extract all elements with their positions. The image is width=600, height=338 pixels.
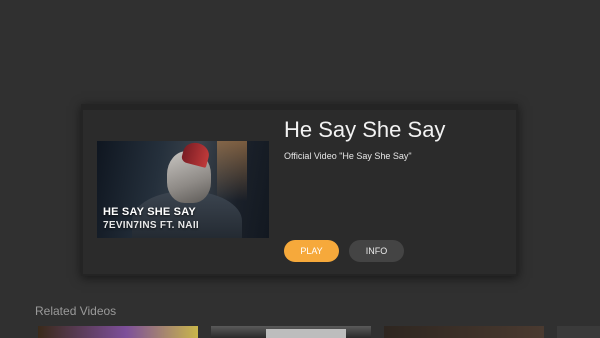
related-video-card[interactable] (211, 326, 371, 338)
related-videos-row (0, 326, 600, 338)
play-button[interactable]: PLAY (284, 240, 339, 262)
video-description: Official Video "He Say She Say" (284, 151, 412, 161)
related-video-card[interactable] (38, 326, 198, 338)
video-thumbnail: HE SAY SHE SAY 7EVIN7INS FT. NAII (97, 141, 269, 238)
related-videos-heading: Related Videos (35, 304, 117, 318)
thumbnail-overlay-subtitle: 7EVIN7INS FT. NAII (103, 220, 199, 231)
related-video-thumbnail-detail (266, 329, 346, 338)
screen: HE SAY SHE SAY 7EVIN7INS FT. NAII He Say… (0, 0, 600, 338)
related-video-card[interactable] (557, 326, 600, 338)
related-video-card[interactable] (384, 326, 544, 338)
info-button[interactable]: INFO (349, 240, 404, 262)
thumbnail-overlay-title: HE SAY SHE SAY (103, 206, 196, 218)
thumbnail-light (217, 141, 247, 201)
video-title: He Say She Say (284, 117, 446, 142)
